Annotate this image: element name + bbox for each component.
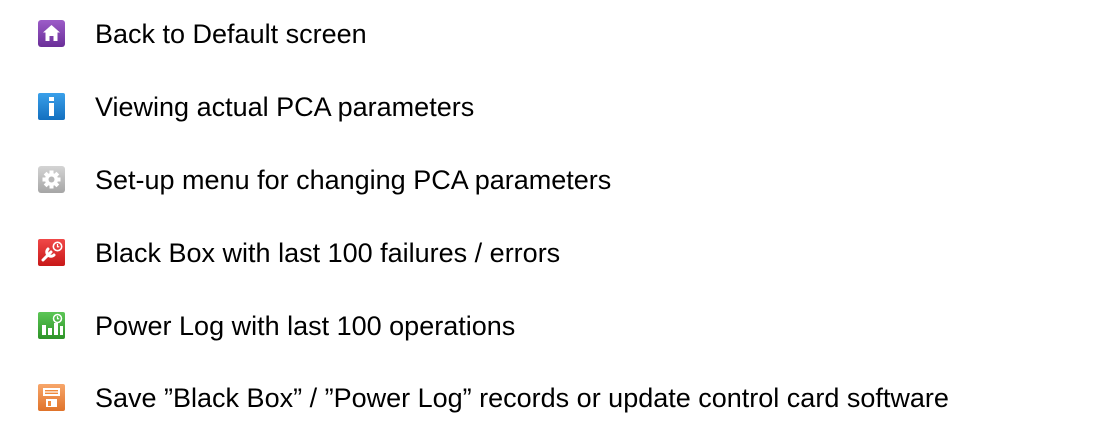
- save-icon: [38, 384, 65, 411]
- legend-label: Save ”Black Box” / ”Power Log” records o…: [95, 383, 949, 413]
- legend-label: Set-up menu for changing PCA parameters: [95, 165, 612, 195]
- wrench-clock-icon: [38, 239, 65, 266]
- home-icon: [38, 20, 65, 47]
- legend-item-setup: Set-up menu for changing PCA parameters: [0, 160, 1111, 200]
- gear-icon: [38, 166, 65, 193]
- legend-label: Black Box with last 100 failures / error…: [95, 238, 561, 268]
- legend-label: Back to Default screen: [95, 19, 367, 49]
- legend-item-save: Save ”Black Box” / ”Power Log” records o…: [0, 378, 1111, 418]
- legend-label: Viewing actual PCA parameters: [95, 92, 475, 122]
- bar-chart-clock-icon: [38, 312, 65, 339]
- legend-item-info: Viewing actual PCA parameters: [0, 87, 1111, 127]
- icon-legend: Back to Default screen Viewing actual PC…: [0, 0, 1111, 434]
- legend-label: Power Log with last 100 operations: [95, 311, 516, 341]
- legend-item-home: Back to Default screen: [0, 14, 1111, 54]
- info-icon: [38, 93, 65, 120]
- legend-item-power-log: Power Log with last 100 operations: [0, 306, 1111, 346]
- legend-item-black-box: Black Box with last 100 failures / error…: [0, 233, 1111, 273]
